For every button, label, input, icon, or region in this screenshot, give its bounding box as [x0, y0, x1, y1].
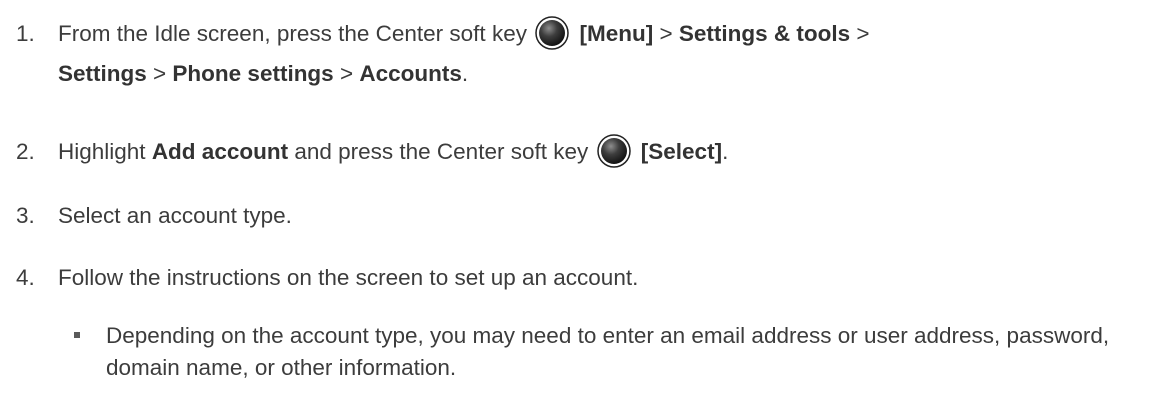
- phone-settings-label: Phone settings: [172, 61, 334, 86]
- bullet-text: Depending on the account type, you may n…: [106, 323, 1110, 380]
- step-text: Highlight Add account and press the Cent…: [58, 132, 728, 172]
- settings-tools-label: Settings & tools: [678, 21, 851, 46]
- step-number: 3.: [16, 203, 35, 228]
- settings-label: Settings: [58, 61, 147, 86]
- step-number: 1.: [16, 21, 35, 46]
- select-label: [Select]: [640, 139, 723, 164]
- step-number: 2.: [16, 139, 35, 164]
- accounts-label: Accounts: [359, 61, 462, 86]
- step-text: Follow the instructions on the screen to…: [58, 265, 639, 290]
- center-soft-key-icon: [535, 16, 569, 50]
- step-text: From the Idle screen, press the Center s…: [58, 14, 870, 94]
- step-number: 4.: [16, 265, 35, 290]
- menu-label: [Menu]: [579, 21, 654, 46]
- step-text: Select an account type.: [58, 203, 292, 228]
- center-soft-key-icon: [596, 134, 631, 168]
- add-account-label: Add account: [151, 139, 289, 164]
- square-bullet-icon: [74, 332, 80, 338]
